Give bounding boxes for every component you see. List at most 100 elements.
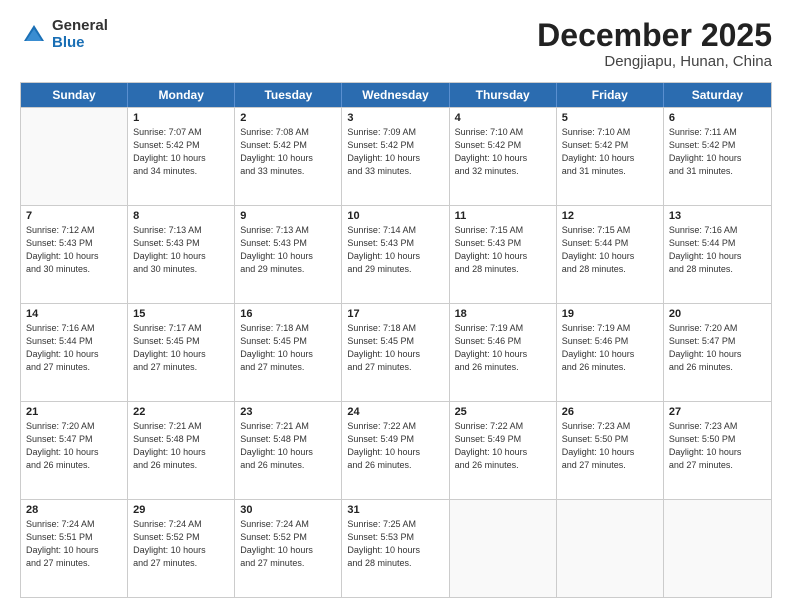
day-number: 1 <box>133 112 229 124</box>
day-info: Sunrise: 7:08 AM Sunset: 5:42 PM Dayligh… <box>240 126 336 178</box>
day-cell-6: 6 Sunrise: 7:11 AM Sunset: 5:42 PM Daylig… <box>664 108 771 205</box>
day-info: Sunrise: 7:25 AM Sunset: 5:53 PM Dayligh… <box>347 518 443 570</box>
day-number: 16 <box>240 308 336 320</box>
day-cell-10: 10 Sunrise: 7:14 AM Sunset: 5:43 PM Dayli… <box>342 206 449 303</box>
day-info: Sunrise: 7:13 AM Sunset: 5:43 PM Dayligh… <box>240 224 336 276</box>
day-info: Sunrise: 7:07 AM Sunset: 5:42 PM Dayligh… <box>133 126 229 178</box>
logo-general: General <box>52 18 108 35</box>
day-cell-14: 14Sunrise: 7:16 AM Sunset: 5:44 PM Dayli… <box>21 304 128 401</box>
logo: General Blue <box>20 18 108 51</box>
day-number: 18 <box>455 308 551 320</box>
day-cell-23: 23 Sunrise: 7:21 AM Sunset: 5:48 PM Dayli… <box>235 402 342 499</box>
day-cell-empty-0-0 <box>21 108 128 205</box>
day-number: 26 <box>562 406 658 418</box>
day-cell-27: 27 Sunrise: 7:23 AM Sunset: 5:50 PM Dayli… <box>664 402 771 499</box>
calendar-header: SundayMondayTuesdayWednesdayThursdayFrid… <box>21 83 771 107</box>
day-cell-21: 21Sunrise: 7:20 AM Sunset: 5:47 PM Dayli… <box>21 402 128 499</box>
header-day-tuesday: Tuesday <box>235 83 342 107</box>
day-number: 11 <box>455 210 551 222</box>
day-cell-13: 13Sunrise: 7:16 AM Sunset: 5:44 PM Dayli… <box>664 206 771 303</box>
logo-icon <box>20 21 48 49</box>
day-number: 31 <box>347 504 443 516</box>
day-info: Sunrise: 7:22 AM Sunset: 5:49 PM Dayligh… <box>347 420 443 472</box>
day-cell-11: 11 Sunrise: 7:15 AM Sunset: 5:43 PM Dayli… <box>450 206 557 303</box>
day-info: Sunrise: 7:15 AM Sunset: 5:43 PM Dayligh… <box>455 224 551 276</box>
header-day-monday: Monday <box>128 83 235 107</box>
day-number: 27 <box>669 406 766 418</box>
day-cell-25: 25Sunrise: 7:22 AM Sunset: 5:49 PM Dayli… <box>450 402 557 499</box>
day-info: Sunrise: 7:14 AM Sunset: 5:43 PM Dayligh… <box>347 224 443 276</box>
day-info: Sunrise: 7:15 AM Sunset: 5:44 PM Dayligh… <box>562 224 658 276</box>
day-cell-24: 24 Sunrise: 7:22 AM Sunset: 5:49 PM Dayli… <box>342 402 449 499</box>
calendar: SundayMondayTuesdayWednesdayThursdayFrid… <box>20 82 772 598</box>
logo-text: General Blue <box>52 18 108 51</box>
day-cell-4: 4 Sunrise: 7:10 AM Sunset: 5:42 PM Daylig… <box>450 108 557 205</box>
day-info: Sunrise: 7:19 AM Sunset: 5:46 PM Dayligh… <box>562 322 658 374</box>
day-number: 28 <box>26 504 122 516</box>
day-number: 4 <box>455 112 551 124</box>
day-info: Sunrise: 7:17 AM Sunset: 5:45 PM Dayligh… <box>133 322 229 374</box>
day-cell-empty-4-4 <box>450 500 557 597</box>
header-day-wednesday: Wednesday <box>342 83 449 107</box>
day-number: 10 <box>347 210 443 222</box>
calendar-row-3: 21Sunrise: 7:20 AM Sunset: 5:47 PM Dayli… <box>21 401 771 499</box>
day-info: Sunrise: 7:23 AM Sunset: 5:50 PM Dayligh… <box>562 420 658 472</box>
day-number: 2 <box>240 112 336 124</box>
location: Dengjiapu, Hunan, China <box>537 53 772 70</box>
day-cell-3: 3Sunrise: 7:09 AM Sunset: 5:42 PM Daylig… <box>342 108 449 205</box>
day-number: 23 <box>240 406 336 418</box>
day-info: Sunrise: 7:22 AM Sunset: 5:49 PM Dayligh… <box>455 420 551 472</box>
day-number: 7 <box>26 210 122 222</box>
day-cell-20: 20 Sunrise: 7:20 AM Sunset: 5:47 PM Dayli… <box>664 304 771 401</box>
day-info: Sunrise: 7:09 AM Sunset: 5:42 PM Dayligh… <box>347 126 443 178</box>
day-info: Sunrise: 7:24 AM Sunset: 5:52 PM Dayligh… <box>133 518 229 570</box>
day-cell-2: 2 Sunrise: 7:08 AM Sunset: 5:42 PM Daylig… <box>235 108 342 205</box>
calendar-row-0: 1 Sunrise: 7:07 AM Sunset: 5:42 PM Daylig… <box>21 107 771 205</box>
day-number: 9 <box>240 210 336 222</box>
title-block: December 2025 Dengjiapu, Hunan, China <box>537 18 772 70</box>
day-cell-17: 17Sunrise: 7:18 AM Sunset: 5:45 PM Dayli… <box>342 304 449 401</box>
day-cell-18: 18 Sunrise: 7:19 AM Sunset: 5:46 PM Dayli… <box>450 304 557 401</box>
header-day-thursday: Thursday <box>450 83 557 107</box>
day-info: Sunrise: 7:13 AM Sunset: 5:43 PM Dayligh… <box>133 224 229 276</box>
day-info: Sunrise: 7:24 AM Sunset: 5:51 PM Dayligh… <box>26 518 122 570</box>
day-cell-9: 9 Sunrise: 7:13 AM Sunset: 5:43 PM Daylig… <box>235 206 342 303</box>
logo-blue: Blue <box>52 35 108 52</box>
day-info: Sunrise: 7:21 AM Sunset: 5:48 PM Dayligh… <box>133 420 229 472</box>
day-info: Sunrise: 7:18 AM Sunset: 5:45 PM Dayligh… <box>347 322 443 374</box>
day-cell-19: 19 Sunrise: 7:19 AM Sunset: 5:46 PM Dayli… <box>557 304 664 401</box>
day-cell-empty-4-5 <box>557 500 664 597</box>
header-day-sunday: Sunday <box>21 83 128 107</box>
day-info: Sunrise: 7:21 AM Sunset: 5:48 PM Dayligh… <box>240 420 336 472</box>
day-number: 21 <box>26 406 122 418</box>
day-cell-1: 1 Sunrise: 7:07 AM Sunset: 5:42 PM Daylig… <box>128 108 235 205</box>
day-number: 24 <box>347 406 443 418</box>
header: General Blue December 2025 Dengjiapu, Hu… <box>20 18 772 70</box>
calendar-row-4: 28 Sunrise: 7:24 AM Sunset: 5:51 PM Dayli… <box>21 499 771 597</box>
day-cell-7: 7Sunrise: 7:12 AM Sunset: 5:43 PM Daylig… <box>21 206 128 303</box>
day-cell-8: 8Sunrise: 7:13 AM Sunset: 5:43 PM Daylig… <box>128 206 235 303</box>
day-info: Sunrise: 7:10 AM Sunset: 5:42 PM Dayligh… <box>455 126 551 178</box>
day-number: 12 <box>562 210 658 222</box>
day-cell-28: 28 Sunrise: 7:24 AM Sunset: 5:51 PM Dayli… <box>21 500 128 597</box>
day-info: Sunrise: 7:19 AM Sunset: 5:46 PM Dayligh… <box>455 322 551 374</box>
day-info: Sunrise: 7:11 AM Sunset: 5:42 PM Dayligh… <box>669 126 766 178</box>
day-number: 20 <box>669 308 766 320</box>
page: General Blue December 2025 Dengjiapu, Hu… <box>0 0 792 612</box>
day-number: 19 <box>562 308 658 320</box>
day-number: 15 <box>133 308 229 320</box>
day-cell-30: 30Sunrise: 7:24 AM Sunset: 5:52 PM Dayli… <box>235 500 342 597</box>
day-info: Sunrise: 7:23 AM Sunset: 5:50 PM Dayligh… <box>669 420 766 472</box>
day-cell-12: 12 Sunrise: 7:15 AM Sunset: 5:44 PM Dayli… <box>557 206 664 303</box>
header-day-friday: Friday <box>557 83 664 107</box>
day-number: 30 <box>240 504 336 516</box>
day-number: 22 <box>133 406 229 418</box>
day-cell-5: 5 Sunrise: 7:10 AM Sunset: 5:42 PM Daylig… <box>557 108 664 205</box>
day-number: 6 <box>669 112 766 124</box>
day-cell-empty-4-6 <box>664 500 771 597</box>
day-cell-22: 22 Sunrise: 7:21 AM Sunset: 5:48 PM Dayli… <box>128 402 235 499</box>
day-cell-31: 31 Sunrise: 7:25 AM Sunset: 5:53 PM Dayli… <box>342 500 449 597</box>
day-info: Sunrise: 7:20 AM Sunset: 5:47 PM Dayligh… <box>669 322 766 374</box>
day-number: 5 <box>562 112 658 124</box>
day-info: Sunrise: 7:10 AM Sunset: 5:42 PM Dayligh… <box>562 126 658 178</box>
